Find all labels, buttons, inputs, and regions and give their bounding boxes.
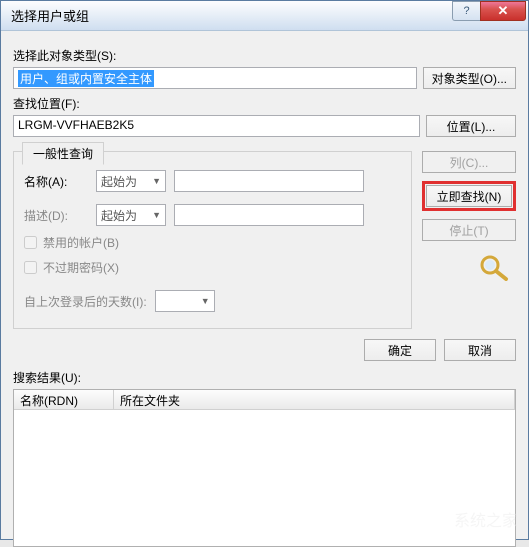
desc-op-combo[interactable]: 起始为 ▼ xyxy=(96,204,166,226)
window-title: 选择用户或组 xyxy=(11,6,452,25)
chevron-down-icon: ▼ xyxy=(152,176,161,186)
name-op-combo[interactable]: 起始为 ▼ xyxy=(96,170,166,192)
disabled-accounts-checkbox[interactable]: 禁用的帐户(B) xyxy=(24,234,401,251)
name-op-value: 起始为 xyxy=(101,173,137,190)
column-name[interactable]: 名称(RDN) xyxy=(14,390,114,409)
titlebar: 选择用户或组 ? ✕ xyxy=(1,1,528,31)
ok-button[interactable]: 确定 xyxy=(364,339,436,361)
object-type-value: 用户、组或内置安全主体 xyxy=(18,70,154,87)
nonexpiring-pw-input[interactable] xyxy=(24,261,37,274)
client-area: 选择此对象类型(S): 用户、组或内置安全主体 对象类型(O)... 查找位置(… xyxy=(1,31,528,539)
object-type-input[interactable]: 用户、组或内置安全主体 xyxy=(13,67,417,89)
nonexpiring-pw-label: 不过期密码(X) xyxy=(43,259,119,276)
nonexpiring-pw-checkbox[interactable]: 不过期密码(X) xyxy=(24,259,401,276)
location-input[interactable]: LRGM-VVFHAEB2K5 xyxy=(13,115,420,137)
name-input[interactable] xyxy=(174,170,364,192)
common-queries-tab[interactable]: 一般性查询 xyxy=(22,142,104,165)
object-types-button[interactable]: 对象类型(O)... xyxy=(423,67,516,89)
chevron-down-icon: ▼ xyxy=(201,296,210,306)
window-controls: ? ✕ xyxy=(452,1,526,23)
find-now-button[interactable]: 立即查找(N) xyxy=(426,185,512,207)
object-type-label: 选择此对象类型(S): xyxy=(13,47,516,64)
ok-cancel-row: 确定 取消 xyxy=(13,339,516,361)
locations-button[interactable]: 位置(L)... xyxy=(426,115,516,137)
cancel-button[interactable]: 取消 xyxy=(444,339,516,361)
results-listview[interactable]: 名称(RDN) 所在文件夹 xyxy=(13,389,516,547)
desc-input[interactable] xyxy=(174,204,364,226)
desc-label: 描述(D): xyxy=(24,207,88,224)
column-folder[interactable]: 所在文件夹 xyxy=(114,390,515,409)
side-buttons: 列(C)... 立即查找(N) 停止(T) xyxy=(422,151,516,281)
dialog-window: 选择用户或组 ? ✕ 选择此对象类型(S): 用户、组或内置安全主体 对象类型(… xyxy=(0,0,529,540)
find-now-highlight: 立即查找(N) xyxy=(422,181,516,211)
days-since-logon-label: 自上次登录后的天数(I): xyxy=(24,293,147,310)
name-label: 名称(A): xyxy=(24,173,88,190)
disabled-accounts-label: 禁用的帐户(B) xyxy=(43,234,119,251)
chevron-down-icon: ▼ xyxy=(152,210,161,220)
location-label: 查找位置(F): xyxy=(13,95,516,112)
desc-op-value: 起始为 xyxy=(101,207,137,224)
disabled-accounts-input[interactable] xyxy=(24,236,37,249)
results-header: 名称(RDN) 所在文件夹 xyxy=(14,390,515,410)
days-combo[interactable]: ▼ xyxy=(155,290,215,312)
search-icon xyxy=(476,253,516,281)
stop-button[interactable]: 停止(T) xyxy=(422,219,516,241)
help-button[interactable]: ? xyxy=(452,1,480,21)
columns-button[interactable]: 列(C)... xyxy=(422,151,516,173)
common-queries-group: 一般性查询 名称(A): 起始为 ▼ 描述(D): 起始为 ▼ 禁用的 xyxy=(13,151,412,329)
close-button[interactable]: ✕ xyxy=(480,1,526,21)
search-results-label: 搜索结果(U): xyxy=(13,369,516,386)
